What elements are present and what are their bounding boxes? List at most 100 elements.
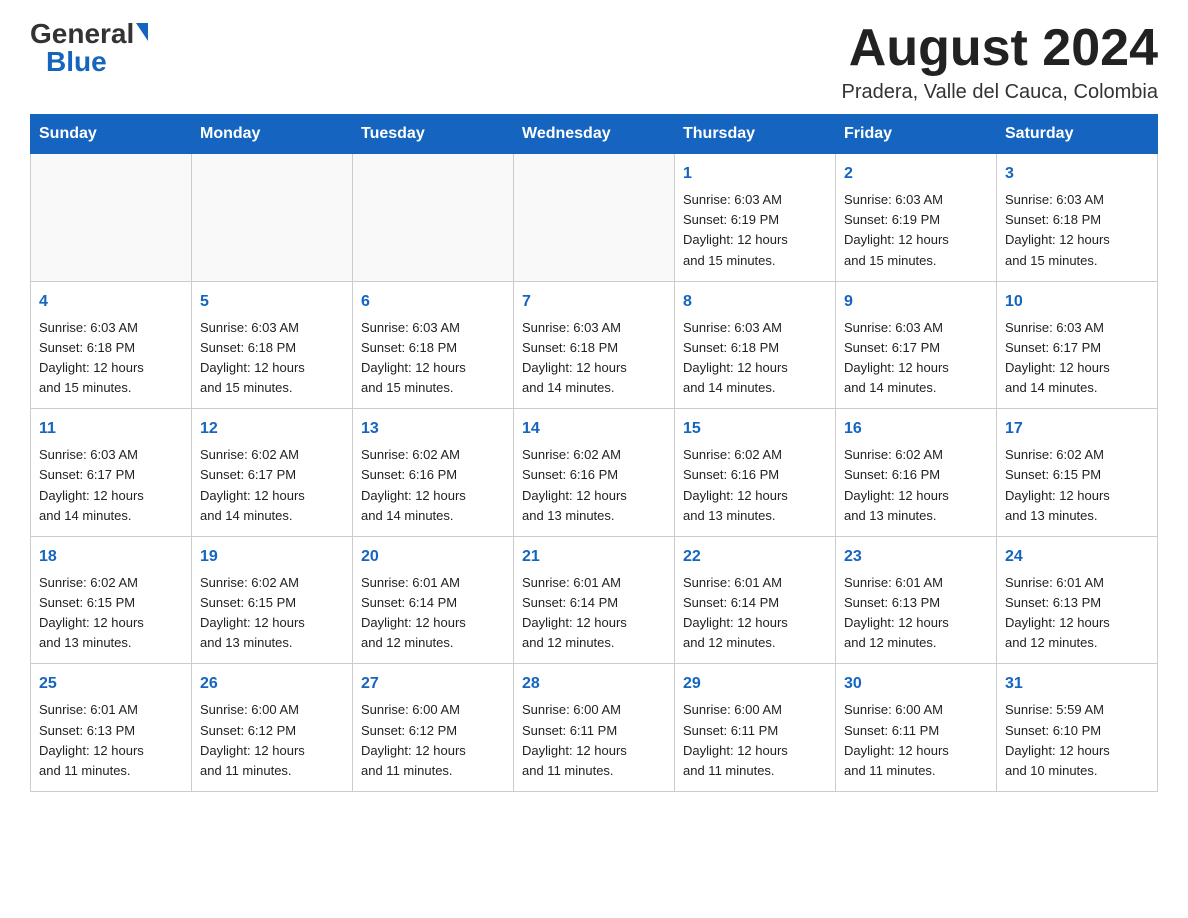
table-row <box>514 154 675 282</box>
day-number: 20 <box>361 545 505 569</box>
day-number: 25 <box>39 672 183 696</box>
logo-triangle-icon <box>136 23 148 41</box>
table-row: 17 Sunrise: 6:02 AM Sunset: 6:15 PM Dayli… <box>997 409 1158 537</box>
day-info: Sunrise: 6:01 AM Sunset: 6:13 PM Dayligh… <box>39 700 183 781</box>
table-row: 21 Sunrise: 6:01 AM Sunset: 6:14 PM Dayli… <box>514 536 675 664</box>
day-number: 17 <box>1005 417 1149 441</box>
weekday-header-tuesday: Tuesday <box>353 115 514 154</box>
day-number: 11 <box>39 417 183 441</box>
logo: General Blue <box>30 20 148 76</box>
table-row: 14 Sunrise: 6:02 AM Sunset: 6:16 PM Dayli… <box>514 409 675 537</box>
calendar-table: SundayMondayTuesdayWednesdayThursdayFrid… <box>30 114 1158 792</box>
day-info: Sunrise: 6:02 AM Sunset: 6:16 PM Dayligh… <box>683 445 827 526</box>
calendar-week-3: 11 Sunrise: 6:03 AM Sunset: 6:17 PM Dayli… <box>31 409 1158 537</box>
table-row: 11 Sunrise: 6:03 AM Sunset: 6:17 PM Dayli… <box>31 409 192 537</box>
day-info: Sunrise: 6:03 AM Sunset: 6:18 PM Dayligh… <box>39 318 183 399</box>
table-row: 27 Sunrise: 6:00 AM Sunset: 6:12 PM Dayli… <box>353 664 514 792</box>
day-number: 1 <box>683 162 827 186</box>
day-info: Sunrise: 6:03 AM Sunset: 6:19 PM Dayligh… <box>844 190 988 271</box>
weekday-header-saturday: Saturday <box>997 115 1158 154</box>
weekday-header-row: SundayMondayTuesdayWednesdayThursdayFrid… <box>31 115 1158 154</box>
month-title: August 2024 <box>842 20 1158 77</box>
day-number: 15 <box>683 417 827 441</box>
table-row: 25 Sunrise: 6:01 AM Sunset: 6:13 PM Dayli… <box>31 664 192 792</box>
table-row: 3 Sunrise: 6:03 AM Sunset: 6:18 PM Daylig… <box>997 154 1158 282</box>
day-number: 30 <box>844 672 988 696</box>
weekday-header-friday: Friday <box>836 115 997 154</box>
table-row <box>192 154 353 282</box>
day-info: Sunrise: 6:03 AM Sunset: 6:17 PM Dayligh… <box>844 318 988 399</box>
table-row: 8Sunrise: 6:03 AM Sunset: 6:18 PM Daylig… <box>675 281 836 409</box>
day-info: Sunrise: 6:03 AM Sunset: 6:18 PM Dayligh… <box>1005 190 1149 271</box>
day-info: Sunrise: 6:02 AM Sunset: 6:16 PM Dayligh… <box>844 445 988 526</box>
table-row: 4Sunrise: 6:03 AM Sunset: 6:18 PM Daylig… <box>31 281 192 409</box>
weekday-header-sunday: Sunday <box>31 115 192 154</box>
day-info: Sunrise: 6:01 AM Sunset: 6:13 PM Dayligh… <box>1005 573 1149 654</box>
day-info: Sunrise: 6:02 AM Sunset: 6:16 PM Dayligh… <box>522 445 666 526</box>
table-row <box>353 154 514 282</box>
logo-general-text: General <box>30 20 134 48</box>
day-number: 18 <box>39 545 183 569</box>
table-row: 6 Sunrise: 6:03 AM Sunset: 6:18 PM Daylig… <box>353 281 514 409</box>
day-info: Sunrise: 6:03 AM Sunset: 6:17 PM Dayligh… <box>1005 318 1149 399</box>
day-info: Sunrise: 6:01 AM Sunset: 6:14 PM Dayligh… <box>683 573 827 654</box>
day-number: 14 <box>522 417 666 441</box>
page-header: General Blue August 2024 Pradera, Valle … <box>30 20 1158 104</box>
table-row: 9 Sunrise: 6:03 AM Sunset: 6:17 PM Daylig… <box>836 281 997 409</box>
location-text: Pradera, Valle del Cauca, Colombia <box>842 81 1158 104</box>
day-number: 27 <box>361 672 505 696</box>
day-number: 24 <box>1005 545 1149 569</box>
calendar-week-5: 25 Sunrise: 6:01 AM Sunset: 6:13 PM Dayli… <box>31 664 1158 792</box>
table-row: 24 Sunrise: 6:01 AM Sunset: 6:13 PM Dayli… <box>997 536 1158 664</box>
day-info: Sunrise: 6:02 AM Sunset: 6:17 PM Dayligh… <box>200 445 344 526</box>
day-info: Sunrise: 6:02 AM Sunset: 6:15 PM Dayligh… <box>39 573 183 654</box>
day-info: Sunrise: 6:03 AM Sunset: 6:18 PM Dayligh… <box>522 318 666 399</box>
table-row: 1 Sunrise: 6:03 AM Sunset: 6:19 PM Daylig… <box>675 154 836 282</box>
table-row: 29Sunrise: 6:00 AM Sunset: 6:11 PM Dayli… <box>675 664 836 792</box>
table-row: 28Sunrise: 6:00 AM Sunset: 6:11 PM Dayli… <box>514 664 675 792</box>
day-number: 9 <box>844 290 988 314</box>
table-row: 13Sunrise: 6:02 AM Sunset: 6:16 PM Dayli… <box>353 409 514 537</box>
title-area: August 2024 Pradera, Valle del Cauca, Co… <box>842 20 1158 104</box>
logo-blue-text: Blue <box>46 48 107 76</box>
day-info: Sunrise: 6:03 AM Sunset: 6:19 PM Dayligh… <box>683 190 827 271</box>
table-row: 19 Sunrise: 6:02 AM Sunset: 6:15 PM Dayli… <box>192 536 353 664</box>
calendar-week-2: 4Sunrise: 6:03 AM Sunset: 6:18 PM Daylig… <box>31 281 1158 409</box>
day-info: Sunrise: 6:00 AM Sunset: 6:11 PM Dayligh… <box>844 700 988 781</box>
day-number: 10 <box>1005 290 1149 314</box>
day-number: 2 <box>844 162 988 186</box>
table-row: 16Sunrise: 6:02 AM Sunset: 6:16 PM Dayli… <box>836 409 997 537</box>
table-row: 22 Sunrise: 6:01 AM Sunset: 6:14 PM Dayli… <box>675 536 836 664</box>
day-info: Sunrise: 6:01 AM Sunset: 6:13 PM Dayligh… <box>844 573 988 654</box>
calendar-header: SundayMondayTuesdayWednesdayThursdayFrid… <box>31 115 1158 154</box>
day-number: 7 <box>522 290 666 314</box>
day-info: Sunrise: 6:02 AM Sunset: 6:15 PM Dayligh… <box>200 573 344 654</box>
day-info: Sunrise: 6:03 AM Sunset: 6:18 PM Dayligh… <box>683 318 827 399</box>
weekday-header-thursday: Thursday <box>675 115 836 154</box>
day-number: 26 <box>200 672 344 696</box>
table-row: 31Sunrise: 5:59 AM Sunset: 6:10 PM Dayli… <box>997 664 1158 792</box>
day-number: 22 <box>683 545 827 569</box>
day-info: Sunrise: 6:01 AM Sunset: 6:14 PM Dayligh… <box>522 573 666 654</box>
table-row: 15 Sunrise: 6:02 AM Sunset: 6:16 PM Dayli… <box>675 409 836 537</box>
day-info: Sunrise: 6:00 AM Sunset: 6:12 PM Dayligh… <box>361 700 505 781</box>
day-number: 19 <box>200 545 344 569</box>
weekday-header-monday: Monday <box>192 115 353 154</box>
table-row: 23Sunrise: 6:01 AM Sunset: 6:13 PM Dayli… <box>836 536 997 664</box>
day-info: Sunrise: 6:03 AM Sunset: 6:18 PM Dayligh… <box>200 318 344 399</box>
day-info: Sunrise: 6:02 AM Sunset: 6:15 PM Dayligh… <box>1005 445 1149 526</box>
day-number: 6 <box>361 290 505 314</box>
day-number: 21 <box>522 545 666 569</box>
day-info: Sunrise: 6:03 AM Sunset: 6:18 PM Dayligh… <box>361 318 505 399</box>
table-row <box>31 154 192 282</box>
table-row: 7 Sunrise: 6:03 AM Sunset: 6:18 PM Daylig… <box>514 281 675 409</box>
day-info: Sunrise: 5:59 AM Sunset: 6:10 PM Dayligh… <box>1005 700 1149 781</box>
day-info: Sunrise: 6:03 AM Sunset: 6:17 PM Dayligh… <box>39 445 183 526</box>
day-number: 3 <box>1005 162 1149 186</box>
table-row: 18 Sunrise: 6:02 AM Sunset: 6:15 PM Dayli… <box>31 536 192 664</box>
table-row: 26Sunrise: 6:00 AM Sunset: 6:12 PM Dayli… <box>192 664 353 792</box>
day-number: 5 <box>200 290 344 314</box>
day-info: Sunrise: 6:00 AM Sunset: 6:11 PM Dayligh… <box>683 700 827 781</box>
table-row: 20 Sunrise: 6:01 AM Sunset: 6:14 PM Dayli… <box>353 536 514 664</box>
day-info: Sunrise: 6:01 AM Sunset: 6:14 PM Dayligh… <box>361 573 505 654</box>
